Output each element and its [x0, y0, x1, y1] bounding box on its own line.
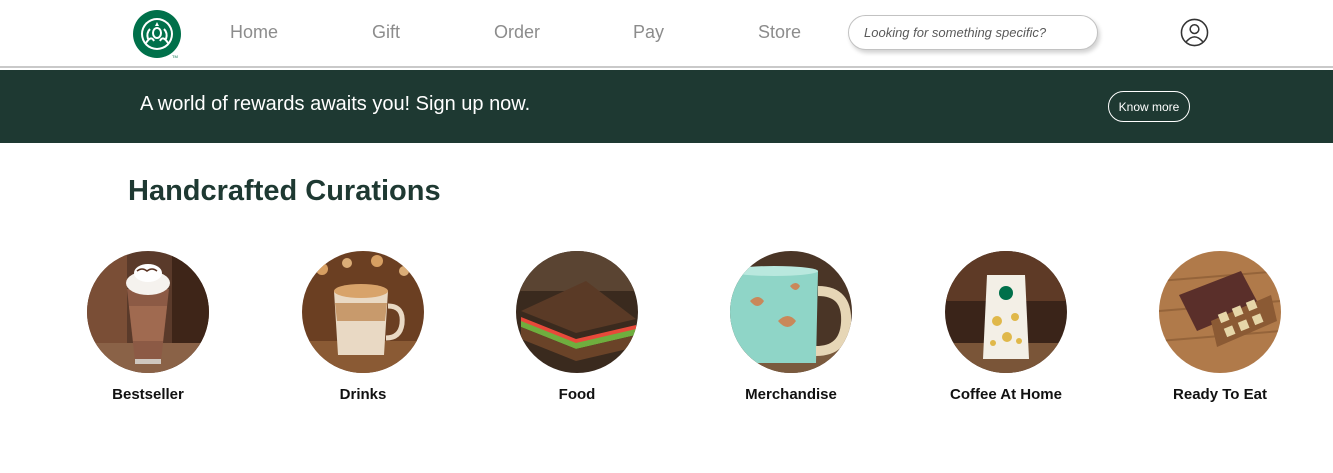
nav-store-link[interactable]: Store — [758, 22, 801, 43]
category-label: Food — [558, 386, 596, 403]
frappuccino-image — [87, 251, 209, 373]
category-label: Ready To Eat — [1173, 386, 1267, 403]
chocolate-box-image — [1159, 251, 1281, 373]
category-card-drinks[interactable]: Drinks — [282, 251, 442, 411]
category-label: Drinks — [339, 386, 387, 403]
category-label: Bestseller — [112, 386, 184, 403]
user-circle-icon[interactable] — [1180, 18, 1209, 47]
category-label: Coffee At Home — [950, 386, 1062, 403]
nav-home-link[interactable]: Home — [230, 22, 278, 43]
category-card-bestseller[interactable]: Bestseller — [67, 251, 227, 411]
rewards-banner: A world of rewards awaits you! Sign up n… — [0, 70, 1333, 143]
know-more-button[interactable]: Know more — [1108, 91, 1190, 122]
coffee-bag-image — [945, 251, 1067, 373]
category-card-merchandise[interactable]: Merchandise — [710, 251, 870, 411]
rewards-banner-text: A world of rewards awaits you! Sign up n… — [140, 93, 531, 115]
nav-pay-link[interactable]: Pay — [633, 22, 664, 43]
nav-order-link[interactable]: Order — [494, 22, 540, 43]
mug-image — [730, 251, 852, 373]
starbucks-logo-icon[interactable]: TM — [132, 9, 182, 59]
top-navbar: TM Home Gift Order Pay Store — [0, 0, 1333, 68]
latte-mug-image — [302, 251, 424, 373]
category-card-coffee-at-home[interactable]: Coffee At Home — [925, 251, 1085, 411]
sandwich-image — [516, 251, 638, 373]
category-card-ready-to-eat[interactable]: Ready To Eat — [1139, 251, 1299, 411]
search-input[interactable] — [848, 15, 1098, 50]
svg-text:TM: TM — [172, 54, 178, 59]
nav-gift-link[interactable]: Gift — [372, 22, 400, 43]
category-label: Merchandise — [745, 386, 837, 403]
category-card-food[interactable]: Food — [496, 251, 656, 411]
section-title: Handcrafted Curations — [128, 175, 441, 207]
